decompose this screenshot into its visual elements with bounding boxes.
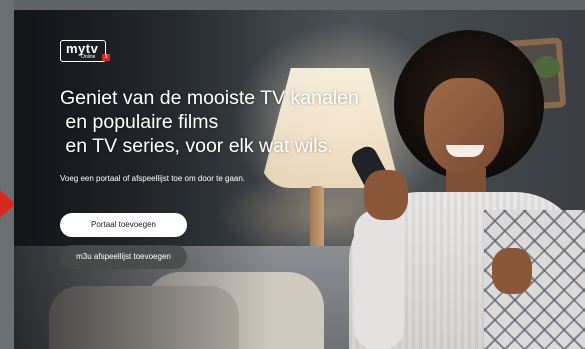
person-face: [424, 78, 504, 174]
add-m3u-playlist-button[interactable]: m3u afspeellijst toevoegen: [60, 245, 187, 269]
headline-line: en TV series, voor elk wat wils.: [60, 135, 333, 157]
add-portal-button[interactable]: Portaal toevoegen: [60, 213, 187, 237]
person-hand: [364, 170, 408, 220]
person-hand: [492, 248, 532, 294]
mytv-logo: mytv Online 3: [60, 40, 110, 62]
headline-line: Geniet van de mooiste TV kanalen: [60, 87, 359, 109]
hero-headline: Geniet van de mooiste TV kanalen en popu…: [60, 86, 390, 158]
logo-subtitle: Online: [81, 54, 96, 60]
tv-screen: mytv Online 3 Geniet van de mooiste TV k…: [14, 10, 585, 349]
logo-badge: 3: [102, 54, 110, 61]
hero-subtext: Voeg een portaal of afspeellijst toe om …: [60, 174, 246, 183]
page-top-edge: [0, 0, 585, 10]
person-smile: [446, 145, 484, 157]
page-left-edge: [0, 0, 14, 349]
person-arm: [354, 210, 404, 349]
headline-line: en populaire films: [60, 111, 219, 133]
